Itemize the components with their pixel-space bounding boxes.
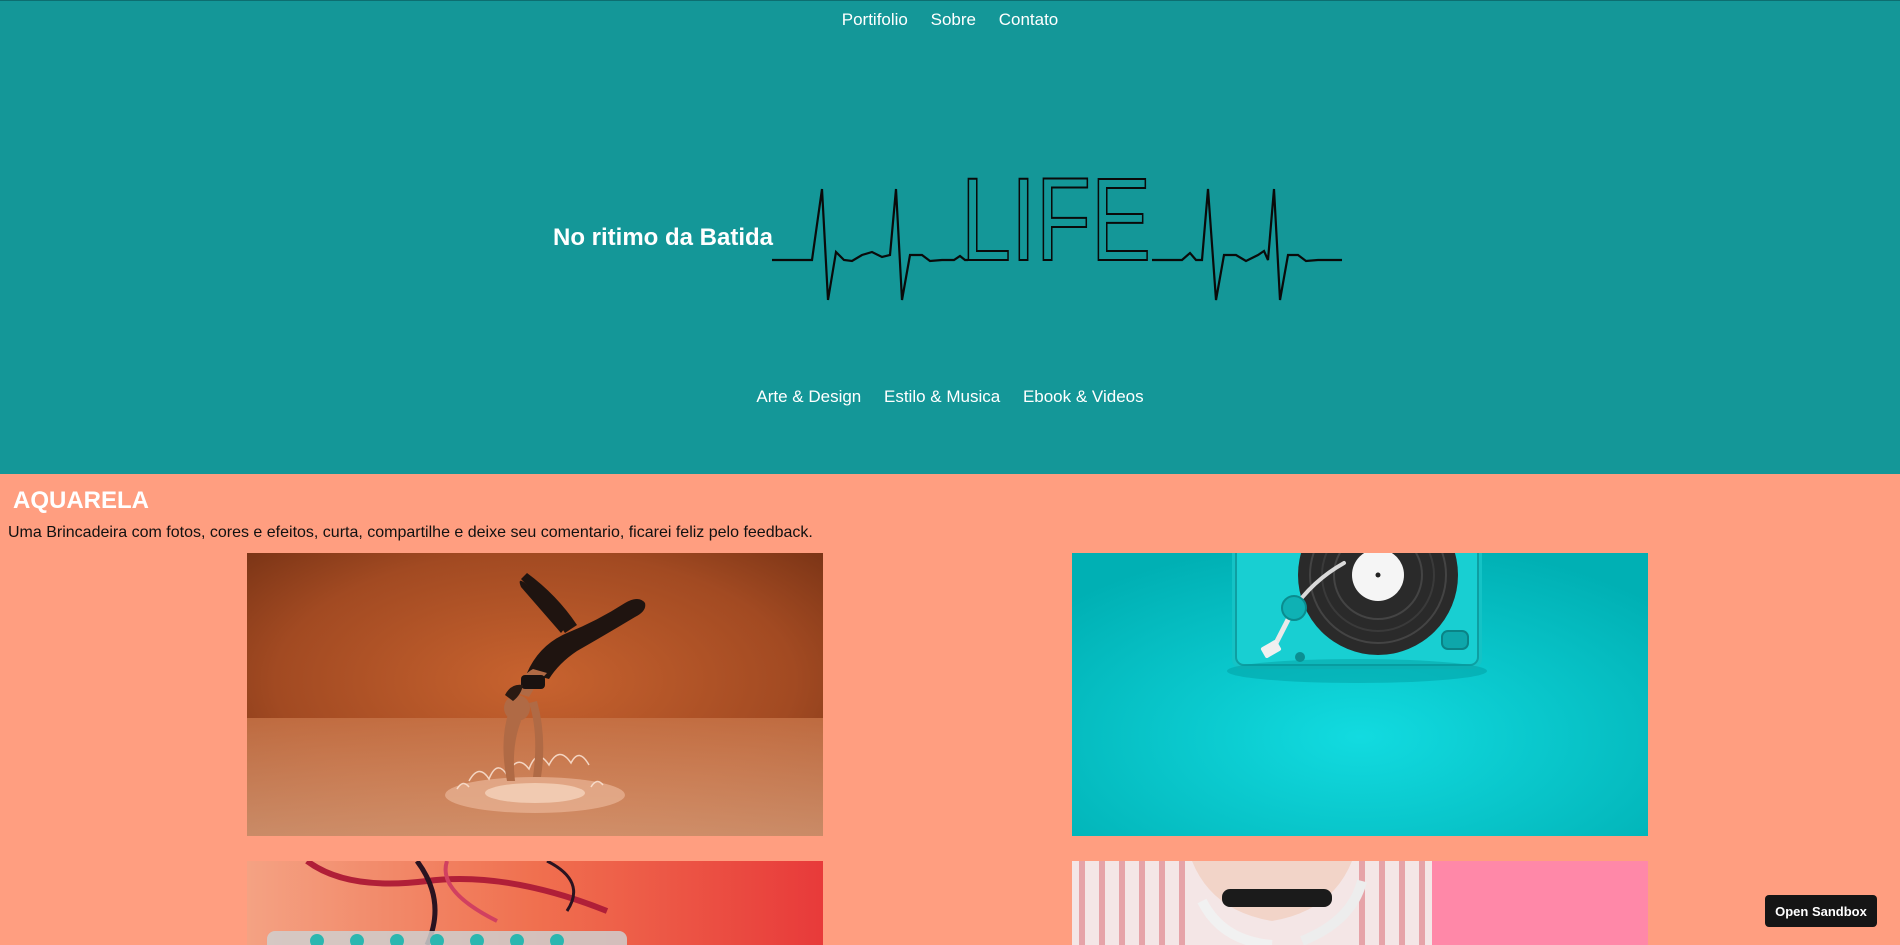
- category-link-ebook-videos[interactable]: Ebook & Videos: [1023, 387, 1144, 407]
- category-nav: Arte & Design Estilo & Musica Ebook & Vi…: [0, 387, 1900, 407]
- logo-life-text: LIFE: [961, 169, 1151, 286]
- heartbeat-line-right: [1152, 188, 1342, 301]
- gallery-photo-dancer[interactable]: [247, 553, 823, 836]
- section-title: AQUARELA: [13, 487, 149, 514]
- category-link-arte-design[interactable]: Arte & Design: [756, 387, 861, 407]
- heartbeat-life-logo: LIFE: [772, 169, 1342, 301]
- open-sandbox-button[interactable]: Open Sandbox: [1765, 895, 1877, 927]
- heartbeat-line-left: [772, 188, 968, 301]
- hero-tagline: No ritimo da Batida: [553, 224, 774, 251]
- nav-link-sobre[interactable]: Sobre: [931, 10, 976, 30]
- section-description: Uma Brincadeira com fotos, cores e efeit…: [8, 524, 813, 541]
- category-link-estilo-musica[interactable]: Estilo & Musica: [884, 387, 1000, 407]
- top-nav: Portifolio Sobre Contato: [0, 10, 1900, 30]
- gallery-photo-turntable[interactable]: [1072, 553, 1648, 836]
- nav-link-contato[interactable]: Contato: [999, 10, 1059, 30]
- hero-banner: Portifolio Sobre Contato No ritimo da Ba…: [0, 0, 1900, 474]
- gallery-photo-headphones[interactable]: [1072, 861, 1648, 945]
- nav-link-portifolio[interactable]: Portifolio: [842, 10, 908, 30]
- gallery-photo-cassette[interactable]: [247, 861, 823, 945]
